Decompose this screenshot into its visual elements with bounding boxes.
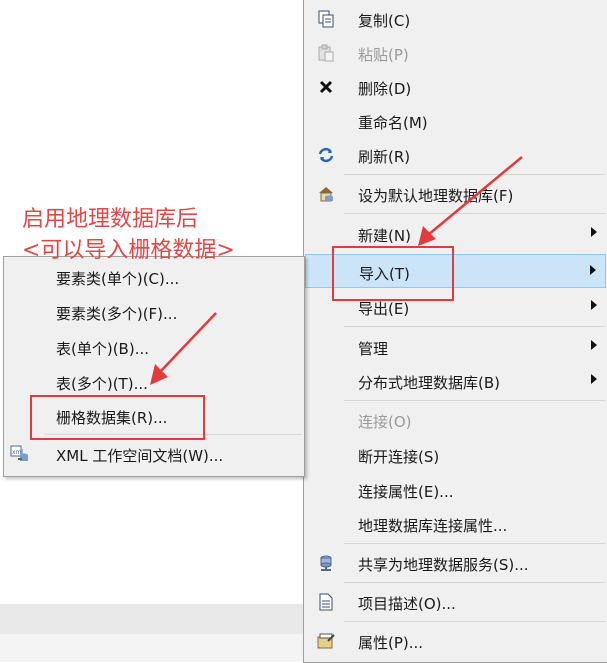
annotation-arrows [150,156,523,385]
arrow-to-import [427,156,523,236]
arrow-to-raster [159,312,217,373]
